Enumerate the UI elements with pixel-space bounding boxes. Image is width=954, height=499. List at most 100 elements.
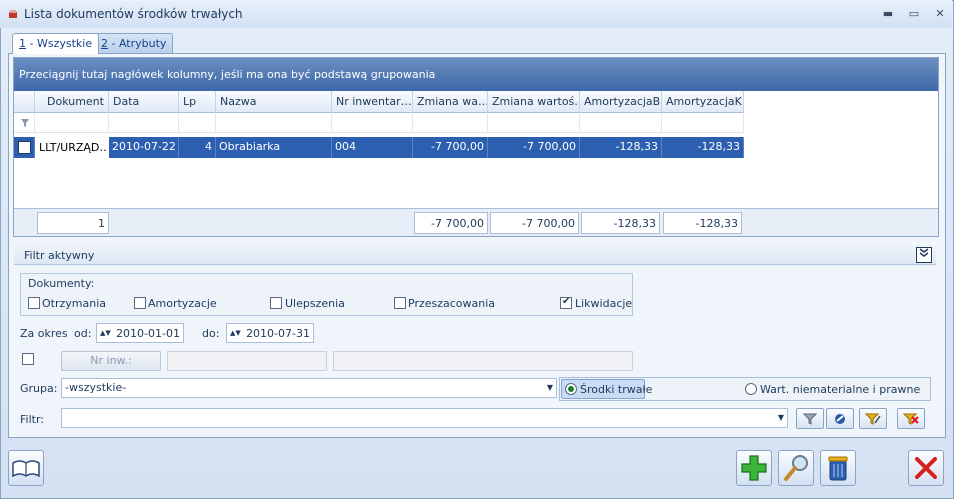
column-header[interactable]: Zmiana wa… [413,91,488,113]
inv-number-checkbox[interactable] [22,353,34,365]
cell-zmiana-wa[interactable]: -7 700,00 [413,137,488,158]
inv-number-name-field[interactable] [333,351,633,371]
cell-data[interactable]: 2010-07-22 [109,137,179,158]
spin-icon[interactable]: ▲▼ [100,329,111,337]
footer-sum-amortyzacja-k: -128,33 [663,212,742,234]
amortyzacje-checkbox[interactable] [134,297,146,309]
from-label: od: [74,327,92,340]
cell-zmiana-wartosci[interactable]: -7 700,00 [488,137,580,158]
column-header[interactable]: Data [109,91,179,113]
column-header[interactable]: Dokument [35,91,109,113]
advanced-filter-button[interactable] [826,408,854,429]
maximize-button[interactable]: ▭ [906,6,922,22]
tab-wszystkie[interactable]: 1 - Wszystkie [12,33,100,54]
intangible-assets-label[interactable]: Wart. niematerialne i prawne [760,383,920,396]
group-value: -wszystkie- [65,381,127,394]
table-row[interactable]: LLT/URZĄD… 2010-07-22 4 Obrabiarka 004 -… [14,137,744,158]
help-button[interactable] [8,450,44,486]
tab-atrybuty[interactable]: 2 - Atrybuty [94,33,174,53]
filter-cell[interactable] [488,113,580,133]
filter-cell[interactable] [216,113,332,133]
date-from-value: 2010-01-01 [116,327,180,340]
column-header[interactable]: AmortyzacjaK [662,91,744,113]
filter-cell[interactable] [413,113,488,133]
column-header[interactable]: Lp [179,91,216,113]
clear-filter-button[interactable] [897,408,925,429]
filter-label: Filtr: [20,413,44,426]
apply-filter-button[interactable] [796,408,824,429]
filter-cell[interactable] [35,113,109,133]
date-from-field[interactable]: ▲▼ 2010-01-01 [96,323,184,343]
grid-filter-row[interactable] [14,113,744,133]
tab-key: 2 [101,37,108,50]
inv-number-button[interactable]: Nr inw.: [61,351,161,371]
footer-sum-zmiana-wartosci: -7 700,00 [490,212,579,234]
close-window-button[interactable]: ✕ [932,6,948,22]
otrzymania-label[interactable]: Otrzymania [42,297,106,310]
filter-builder-icon [835,414,845,424]
otrzymania-checkbox[interactable] [28,297,40,309]
przeszacowania-label[interactable]: Przeszacowania [408,297,495,310]
row-checkbox[interactable] [18,141,31,154]
add-button[interactable] [736,450,772,486]
cell-lp[interactable]: 4 [179,137,216,158]
ulepszenia-checkbox[interactable] [270,297,282,309]
dropdown-arrow-icon[interactable]: ▼ [547,383,553,392]
minimize-button[interactable]: ▬ [880,6,896,22]
dropdown-arrow-icon[interactable]: ▼ [778,413,784,422]
filter-cell[interactable] [109,113,179,133]
funnel-icon [802,413,818,425]
spin-icon[interactable]: ▲▼ [230,329,241,337]
app-icon [9,10,17,18]
fixed-assets-label[interactable]: Środki trwałe [580,383,652,396]
funnel-clear-icon [902,413,919,425]
intangible-assets-radio[interactable] [745,383,757,395]
close-button[interactable] [908,450,944,486]
cell-dokument[interactable]: LLT/URZĄD… [35,137,109,158]
likwidacje-label[interactable]: Likwidacje [575,297,632,310]
tab-key: 1 [19,37,26,50]
collapse-filter-button[interactable] [916,247,932,263]
chevron-double-down-icon [919,248,929,257]
funnel-edit-icon [864,413,881,425]
filter-cell [14,113,35,133]
documents-title: Dokumenty: [28,277,95,290]
cell-nr-inwentarzowy[interactable]: 004 [332,137,413,158]
plus-icon [741,455,767,481]
footer-sum-zmiana-wa: -7 700,00 [414,212,488,234]
column-header[interactable]: AmortyzacjaB [580,91,662,113]
window-title: Lista dokumentów środków trwałych [24,7,243,21]
column-header[interactable]: Zmiana wartoś… [488,91,580,113]
cell-amortyzacja-b[interactable]: -128,33 [580,137,662,158]
cell-amortyzacja-k[interactable]: -128,33 [662,137,744,158]
filter-input[interactable]: ▼ [61,408,788,428]
tab-label: - Atrybuty [108,37,167,50]
edit-filter-button[interactable] [859,408,887,429]
to-label: do: [202,327,220,340]
ulepszenia-label[interactable]: Ulepszenia [285,297,345,310]
group-by-panel[interactable]: Przeciągnij tutaj nagłówek kolumny, jeśl… [14,58,938,91]
group-label: Grupa: [20,382,58,395]
przeszacowania-checkbox[interactable] [394,297,406,309]
column-header[interactable]: Nr inwentar… [332,91,413,113]
fixed-assets-radio[interactable] [565,383,577,395]
column-header[interactable]: Nazwa [216,91,332,113]
indicator-header [14,91,35,113]
likwidacje-checkbox[interactable] [560,296,572,309]
filter-cell[interactable] [179,113,216,133]
cell-nazwa[interactable]: Obrabiarka [216,137,332,158]
date-to-value: 2010-07-31 [246,327,310,340]
trash-icon [828,456,848,481]
filter-cell[interactable] [332,113,413,133]
group-select[interactable]: -wszystkie- ▼ [61,378,557,398]
view-button[interactable] [778,450,814,486]
filter-cell[interactable] [580,113,662,133]
amortyzacje-label[interactable]: Amortyzacje [148,297,217,310]
magnifier-icon [784,455,808,481]
grid-footer: 1 -7 700,00 -7 700,00 -128,33 -128,33 [14,208,938,236]
date-to-field[interactable]: ▲▼ 2010-07-31 [226,323,314,343]
filter-cell[interactable] [662,113,744,133]
inv-number-from-field[interactable] [167,351,327,371]
delete-button[interactable] [820,450,856,486]
row-select-cell[interactable] [14,137,35,158]
